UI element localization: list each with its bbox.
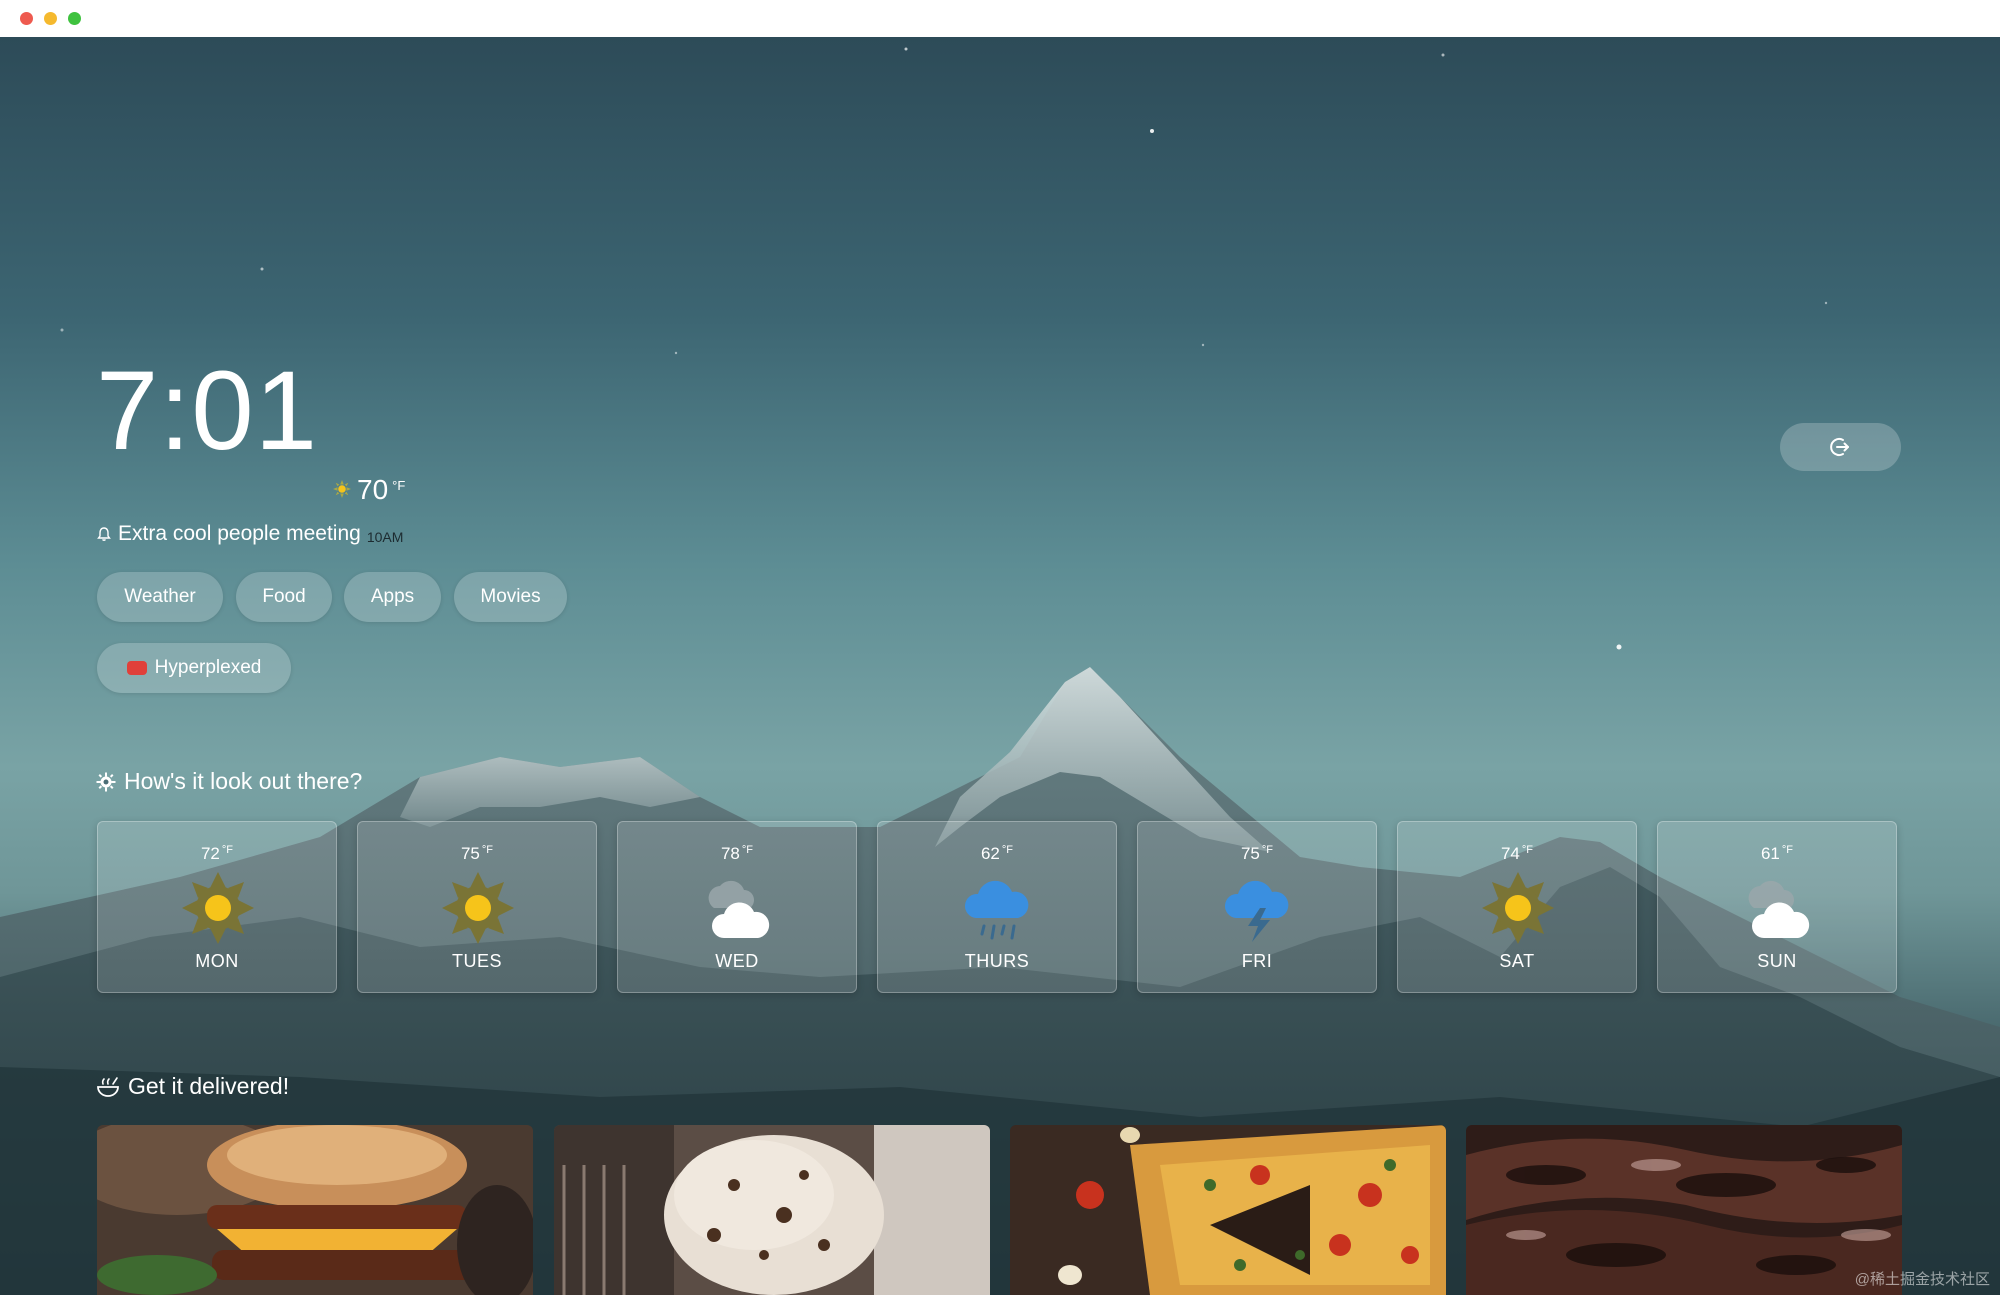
weather-section-title: How's it look out there? [96, 768, 362, 795]
gear-sun-icon [96, 772, 116, 791]
forecast-temp-value: 74 [1500, 844, 1520, 863]
forecast-temp-unit: °F [1781, 844, 1794, 856]
minimize-window-button[interactable] [44, 12, 57, 25]
forecast-temp: 61 °F [1658, 844, 1896, 864]
forecast-day: MON [195, 951, 239, 971]
forecast-card-sun[interactable]: 61 °F SUN [1657, 821, 1897, 993]
weather-pill-button[interactable]: Weather [97, 572, 223, 622]
window-titlebar [0, 0, 2000, 38]
close-window-button[interactable] [20, 12, 33, 25]
cloud-icon [708, 880, 770, 938]
reminder-text: Extra cool people meeting [118, 522, 361, 545]
forecast-day: SAT [1499, 951, 1535, 971]
forecast-temp-value: 72 [200, 844, 220, 863]
youtube-icon [126, 661, 147, 675]
forecast-day: FRI [1241, 951, 1273, 971]
forecast-temp-value: 78 [720, 844, 740, 863]
pizza-image[interactable] [1010, 1125, 1446, 1295]
storm-cloud-icon [1224, 880, 1289, 942]
forecast-day: TUES [451, 951, 502, 971]
reminder: Extra cool people meeting 10AM [96, 522, 403, 546]
food-section-title: Get it delivered! [96, 1073, 289, 1100]
bowl-icon [97, 1076, 119, 1097]
forecast-temp-value: 61 [1760, 844, 1780, 863]
forecast-temp: 74 °F [1398, 844, 1636, 864]
sign-out-button[interactable] [1780, 423, 1901, 471]
current-temperature-value: 70 [357, 474, 389, 505]
ice-cream-image[interactable] [554, 1125, 990, 1295]
forecast-day: WED [715, 951, 759, 971]
forecast-temp: 75 °F [358, 844, 596, 864]
forecast-card-tues[interactable]: 75 °F TUES [357, 821, 597, 993]
sign-out-icon [1829, 438, 1849, 456]
cloud-icon [1748, 880, 1810, 938]
food-pill-button[interactable]: Food [236, 572, 332, 622]
forecast-temp: 75 °F [1138, 844, 1376, 864]
watermark-text: @稀土掘金技术社区 [1854, 1271, 1990, 1288]
forecast-card-sat[interactable]: 74 °F SAT [1397, 821, 1637, 993]
sun-icon [182, 872, 254, 944]
forecast-temp-unit: °F [481, 844, 494, 856]
food-section-title-text: Get it delivered! [128, 1073, 290, 1099]
forecast-temp: 78 °F [618, 844, 856, 864]
hyperplexed-channel-button[interactable]: Hyperplexed [97, 643, 291, 693]
hyperplexed-label: Hyperplexed [154, 657, 262, 678]
current-temperature-unit: °F [392, 478, 406, 493]
forecast-temp-unit: °F [1261, 844, 1274, 856]
forecast-card-mon[interactable]: 72 °F MON [97, 821, 337, 993]
reminder-time: 10AM [366, 529, 404, 545]
apps-pill-button[interactable]: Apps [344, 572, 441, 622]
forecast-temp-unit: °F [221, 844, 234, 856]
forecast-temp: 72 °F [98, 844, 336, 864]
current-temperature: 70 °F [333, 474, 405, 506]
mountain-illustration [0, 47, 2000, 1295]
weather-section-title-text: How's it look out there? [124, 768, 363, 794]
forecast-day: SUN [1757, 951, 1797, 971]
forecast-day: THURS [964, 951, 1030, 971]
forecast-temp-value: 62 [980, 844, 1000, 863]
zoom-window-button[interactable] [68, 12, 81, 25]
mountain-background [0, 37, 2000, 1295]
forecast-card-wed[interactable]: 78 °F WED [617, 821, 857, 993]
forecast-temp: 62 °F [878, 844, 1116, 864]
clock-time: 7:01 [96, 348, 318, 473]
forecast-temp-value: 75 [460, 844, 480, 863]
sun-icon [1482, 872, 1554, 944]
bbq-image[interactable] [1466, 1125, 1902, 1295]
movies-pill-button[interactable]: Movies [454, 572, 567, 622]
rain-cloud-icon [964, 880, 1029, 940]
forecast-temp-unit: °F [1521, 844, 1534, 856]
forecast-card-fri[interactable]: 75 °F FRI [1137, 821, 1377, 993]
sun-icon [442, 872, 514, 944]
forecast-temp-unit: °F [741, 844, 754, 856]
bell-icon [97, 527, 111, 541]
burger-image[interactable] [97, 1125, 533, 1295]
forecast-card-thurs[interactable]: 62 °F THURS [877, 821, 1117, 993]
forecast-temp-unit: °F [1001, 844, 1014, 856]
forecast-temp-value: 75 [1240, 844, 1260, 863]
sun-icon [333, 480, 351, 498]
